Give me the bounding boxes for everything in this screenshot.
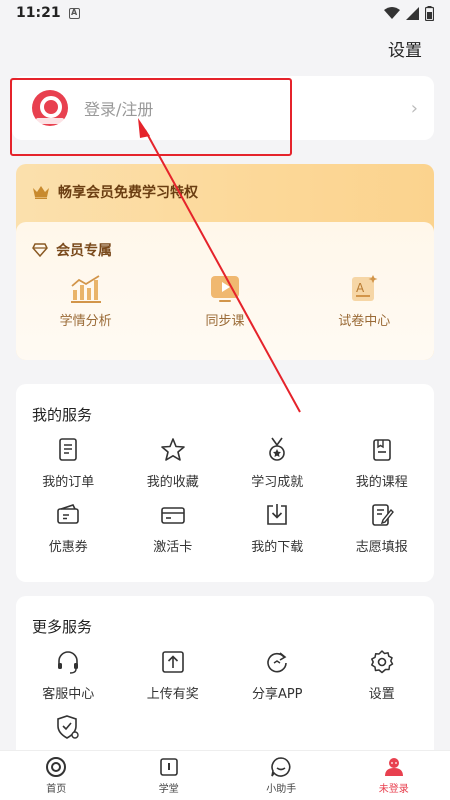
service-label: 我的收藏 bbox=[146, 475, 199, 490]
battery-icon bbox=[425, 5, 434, 21]
vip-item-label: 同步课 bbox=[205, 314, 245, 329]
service-security-settings[interactable] bbox=[16, 714, 121, 740]
login-card[interactable]: 登录/注册 › bbox=[12, 76, 434, 140]
my-services-title: 我的服务 bbox=[32, 406, 93, 424]
star-icon bbox=[160, 438, 185, 461]
vip-banner[interactable]: 畅享会员免费学习特权 会员专属 学情分析 同步课 A 试卷中心 bbox=[16, 164, 434, 360]
user-avatar-icon bbox=[384, 758, 403, 776]
service-volunteer-form[interactable]: 志愿填报 bbox=[330, 502, 435, 555]
service-settings[interactable]: 设置 bbox=[330, 649, 435, 702]
more-services-grid: 客服中心 上传有奖 分享APP 设置 bbox=[16, 637, 434, 752]
login-register-label[interactable]: 登录/注册 bbox=[84, 96, 153, 120]
nav-assistant[interactable]: 小助手 bbox=[225, 751, 338, 800]
school-book-icon bbox=[159, 758, 178, 776]
service-label: 我的下载 bbox=[251, 540, 304, 555]
service-label: 我的课程 bbox=[355, 475, 408, 490]
service-activation-card[interactable]: 激活卡 bbox=[121, 502, 226, 555]
upload-icon bbox=[161, 651, 184, 673]
vip-exclusive-title: 会员专属 bbox=[16, 222, 434, 260]
exam-paper-icon: A bbox=[352, 275, 378, 301]
bottom-nav: 首页 学堂 小助手 未登录 bbox=[0, 750, 450, 800]
service-label: 学习成就 bbox=[251, 475, 304, 490]
service-coupons[interactable]: 优惠券 bbox=[16, 502, 121, 555]
service-label: 客服中心 bbox=[42, 687, 95, 702]
download-icon bbox=[267, 504, 288, 525]
vip-item-label: 学情分析 bbox=[59, 314, 112, 329]
service-achievements[interactable]: 学习成就 bbox=[225, 437, 330, 490]
form-edit-icon bbox=[371, 504, 394, 526]
gear-icon bbox=[370, 650, 393, 674]
service-share-app[interactable]: 分享APP bbox=[225, 649, 330, 702]
service-my-orders[interactable]: 我的订单 bbox=[16, 437, 121, 490]
card-icon bbox=[160, 507, 185, 524]
nav-label: 首页 bbox=[46, 784, 67, 795]
chevron-right-icon: › bbox=[410, 97, 418, 119]
vip-section-label: 会员专属 bbox=[56, 243, 112, 259]
service-customer-center[interactable]: 客服中心 bbox=[16, 649, 121, 702]
medal-icon bbox=[269, 437, 286, 461]
service-label: 优惠券 bbox=[48, 540, 88, 555]
vip-banner-text: 畅享会员免费学习特权 bbox=[58, 185, 198, 201]
home-logo-icon bbox=[46, 757, 67, 777]
crown-icon bbox=[33, 186, 49, 199]
vip-item-exam-center[interactable]: A 试卷中心 bbox=[304, 274, 424, 329]
headset-icon bbox=[58, 651, 79, 674]
nav-school[interactable]: 学堂 bbox=[113, 751, 226, 800]
order-icon bbox=[59, 438, 78, 461]
vip-item-label: 试卷中心 bbox=[338, 314, 391, 329]
shield-gear-icon bbox=[57, 715, 79, 739]
more-services-title: 更多服务 bbox=[32, 618, 93, 636]
video-play-icon bbox=[210, 276, 239, 302]
service-label: 激活卡 bbox=[153, 540, 193, 555]
diamond-icon bbox=[32, 243, 48, 257]
nav-label: 未登录 bbox=[378, 784, 409, 795]
nav-home[interactable]: 首页 bbox=[0, 751, 113, 800]
service-label: 设置 bbox=[368, 687, 395, 702]
vip-exclusive-panel: 会员专属 学情分析 同步课 A 试卷中心 bbox=[16, 222, 434, 360]
service-upload-reward[interactable]: 上传有奖 bbox=[121, 649, 226, 702]
my-services-card: 我的服务 我的订单 我的收藏 学习成就 我的课程 优惠券 激活卡 我的下载 志愿… bbox=[16, 384, 434, 582]
assistant-chat-icon bbox=[271, 757, 291, 777]
share-icon bbox=[267, 652, 288, 673]
settings-link[interactable]: 设置 bbox=[388, 36, 422, 61]
notification-a-icon: A bbox=[68, 7, 80, 19]
status-right bbox=[384, 5, 434, 21]
service-label: 分享APP bbox=[251, 687, 303, 702]
signal-icon bbox=[406, 6, 419, 20]
service-label: 上传有奖 bbox=[146, 687, 199, 702]
more-services-card: 更多服务 客服中心 上传有奖 分享APP 设置 bbox=[16, 596, 434, 752]
service-my-courses[interactable]: 我的课程 bbox=[330, 437, 435, 490]
vip-header: 畅享会员免费学习特权 bbox=[16, 164, 434, 220]
service-my-downloads[interactable]: 我的下载 bbox=[225, 502, 330, 555]
coupon-icon bbox=[57, 504, 80, 524]
service-my-favorites[interactable]: 我的收藏 bbox=[121, 437, 226, 490]
nav-profile[interactable]: 未登录 bbox=[338, 751, 450, 800]
bar-chart-icon bbox=[70, 275, 101, 303]
service-label: 我的订单 bbox=[42, 475, 95, 490]
nav-label: 小助手 bbox=[266, 784, 297, 795]
my-services-grid: 我的订单 我的收藏 学习成就 我的课程 优惠券 激活卡 我的下载 志愿填报 bbox=[16, 425, 434, 567]
status-time: 11:21 bbox=[16, 5, 61, 21]
app-logo-avatar bbox=[32, 90, 68, 126]
wifi-icon bbox=[384, 6, 400, 19]
vip-items: 学情分析 同步课 A 试卷中心 bbox=[16, 274, 434, 329]
vip-item-analysis[interactable]: 学情分析 bbox=[26, 274, 146, 329]
svg-text:A: A bbox=[356, 281, 365, 295]
nav-label: 学堂 bbox=[158, 784, 179, 795]
course-book-icon bbox=[372, 439, 391, 461]
vip-item-sync-course[interactable]: 同步课 bbox=[165, 274, 285, 329]
status-bar: 11:21 A bbox=[0, 0, 450, 26]
service-label: 志愿填报 bbox=[355, 540, 408, 555]
